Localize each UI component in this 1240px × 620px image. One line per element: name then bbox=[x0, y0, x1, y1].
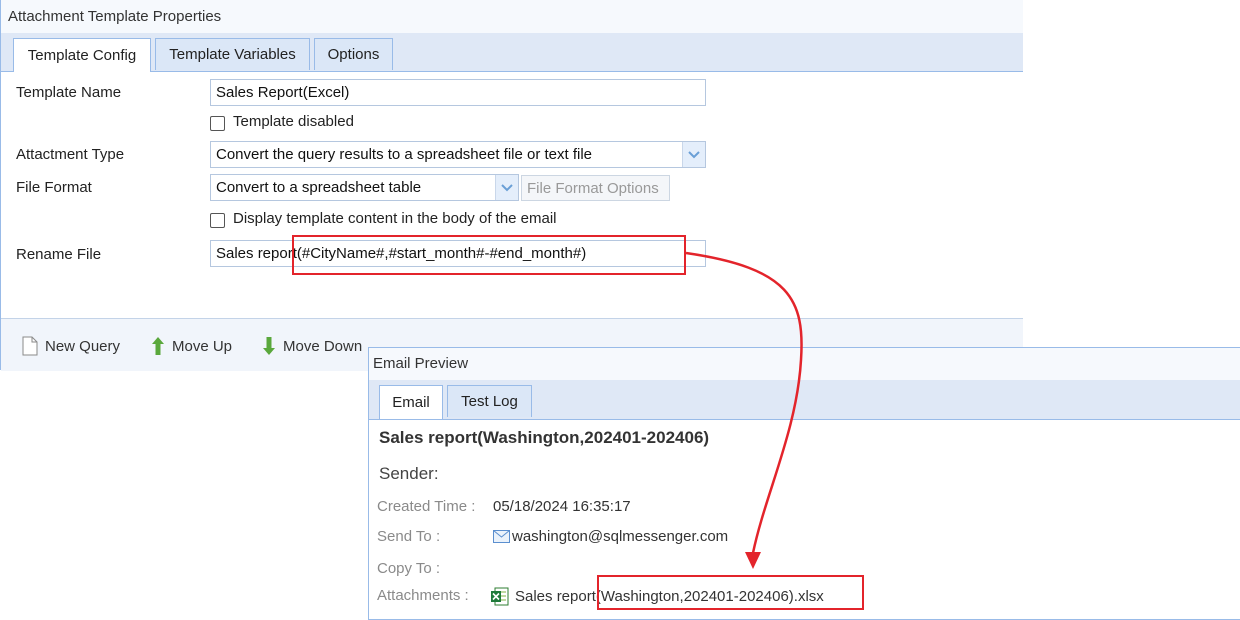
connector-arrow bbox=[685, 251, 803, 569]
arrow-head-icon bbox=[745, 552, 761, 569]
